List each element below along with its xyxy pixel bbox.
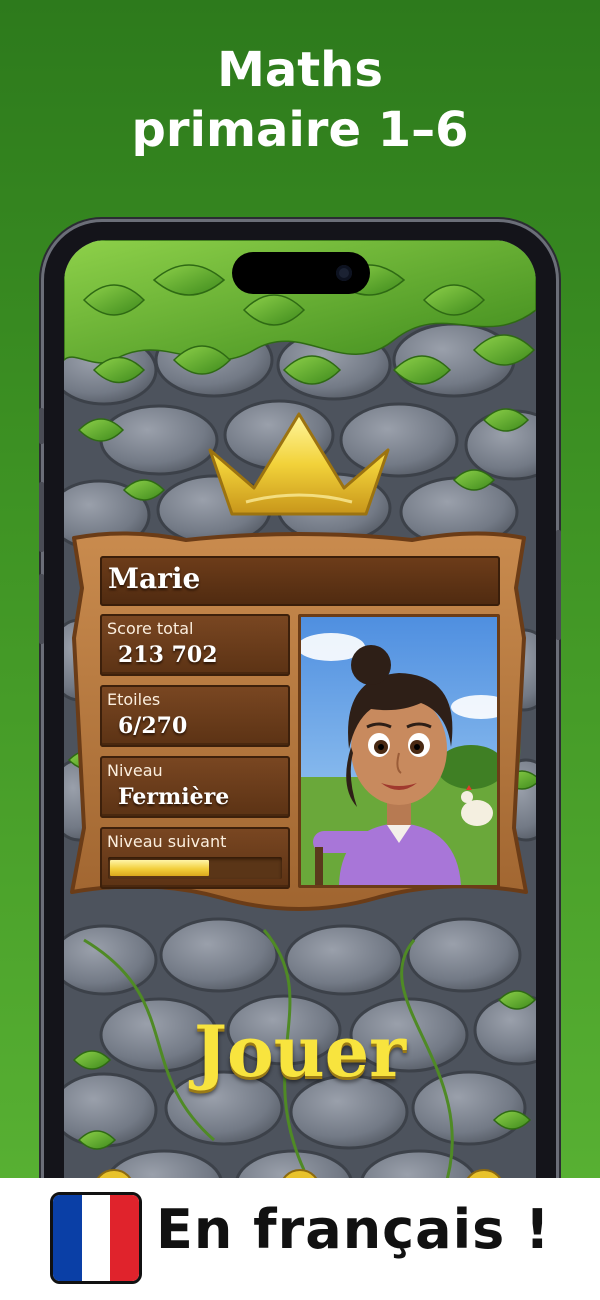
stat-label: Niveau: [107, 761, 163, 780]
stat-value: Fermière: [118, 784, 230, 810]
flag-stripe-white: [81, 1195, 111, 1281]
flag-stripe-blue: [53, 1195, 82, 1281]
front-camera: [336, 265, 352, 281]
player-name: Marie: [108, 562, 201, 595]
next-level-progress-bar: [108, 857, 282, 879]
player-name-bar: Marie: [100, 556, 500, 606]
flag-stripe-red: [110, 1195, 139, 1281]
headline-line-1: Maths: [217, 42, 383, 98]
play-button[interactable]: Jouer: [64, 1010, 536, 1093]
banner-text: En français !: [156, 1198, 551, 1261]
stat-label: Etoiles: [107, 690, 161, 709]
stat-value: 6/270: [118, 713, 188, 739]
stat-value: 213 702: [118, 642, 218, 668]
stat-score-total: Score total 213 702: [100, 614, 290, 676]
flag-france-icon: [50, 1192, 142, 1284]
stat-label: Niveau suivant: [107, 832, 227, 851]
stat-label: Score total: [107, 619, 194, 638]
stat-level: Niveau Fermière: [100, 756, 290, 818]
language-banner: En français !: [0, 1178, 600, 1300]
dynamic-island: [232, 252, 370, 294]
next-level-progress-fill: [110, 860, 209, 876]
crown-icon: [208, 412, 390, 516]
stat-next-level: Niveau suivant: [100, 827, 290, 889]
avatar[interactable]: [298, 614, 500, 888]
stat-stars: Etoiles 6/270: [100, 685, 290, 747]
farmer-portrait-illustration: [301, 617, 497, 885]
phone-volume-down: [39, 574, 44, 644]
phone-side-button: [39, 408, 44, 444]
marketing-headline: Maths primaire 1–6: [0, 40, 600, 160]
phone-power-button: [556, 530, 561, 640]
headline-line-2: primaire 1–6: [131, 102, 469, 158]
phone-volume-up: [39, 482, 44, 552]
